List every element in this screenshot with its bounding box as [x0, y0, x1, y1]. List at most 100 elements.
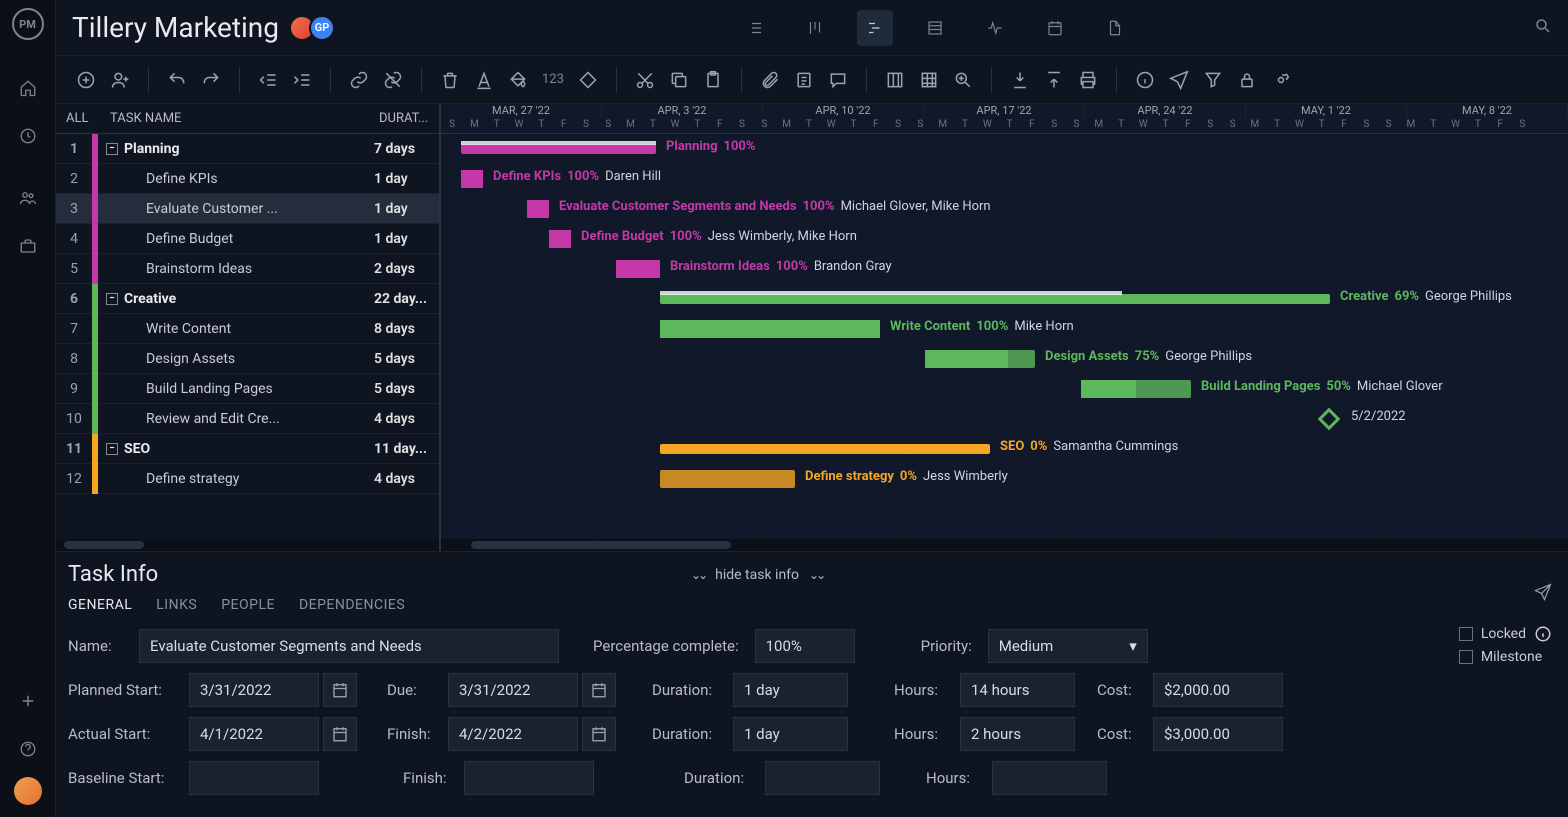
help-icon[interactable] — [8, 729, 48, 769]
finish-input[interactable]: 4/2/2022 — [448, 717, 578, 751]
priority-select[interactable]: Medium▾ — [988, 629, 1148, 663]
list-view-icon[interactable] — [737, 10, 773, 46]
tab-general[interactable]: GENERAL — [68, 597, 132, 613]
actual-start-input[interactable]: 4/1/2022 — [189, 717, 319, 751]
project-members[interactable]: GP — [295, 15, 335, 41]
column-duration[interactable]: DURAT... — [379, 111, 439, 126]
pct-input[interactable]: 100% — [755, 629, 855, 663]
copy-icon[interactable] — [665, 66, 693, 94]
task-row[interactable]: 4 Define Budget 1 day — [56, 224, 439, 254]
task-row[interactable]: 5 Brainstorm Ideas 2 days — [56, 254, 439, 284]
baseline-finish-input[interactable] — [464, 761, 594, 795]
tab-dependencies[interactable]: DEPENDENCIES — [299, 597, 405, 613]
grid-icon[interactable] — [915, 66, 943, 94]
task-row[interactable]: 7 Write Content 8 days — [56, 314, 439, 344]
grid-horizontal-scrollbar[interactable] — [56, 539, 439, 551]
gantt-bar[interactable] — [1081, 380, 1191, 398]
calendar-icon[interactable] — [323, 673, 357, 707]
unlink-icon[interactable] — [379, 66, 407, 94]
column-all[interactable]: ALL — [56, 111, 102, 126]
user-avatar[interactable] — [14, 777, 42, 805]
outdent-icon[interactable] — [254, 66, 282, 94]
info-icon[interactable] — [1534, 625, 1552, 643]
tab-people[interactable]: PEOPLE — [221, 597, 275, 613]
gantt-view-icon[interactable] — [857, 10, 893, 46]
collapse-icon[interactable]: − — [106, 293, 118, 305]
search-icon[interactable] — [1534, 17, 1552, 39]
cost-input[interactable]: $2,000.00 — [1153, 673, 1283, 707]
gantt-bar[interactable] — [527, 200, 549, 218]
hide-task-info-button[interactable]: ⌄⌄ hide task info ⌄⌄ — [691, 567, 823, 583]
import-icon[interactable] — [1006, 66, 1034, 94]
activity-view-icon[interactable] — [977, 10, 1013, 46]
task-name-input[interactable]: Evaluate Customer Segments and Needs — [139, 629, 559, 663]
avatar[interactable]: GP — [309, 15, 335, 41]
task-row[interactable]: 6 − Creative 22 day... — [56, 284, 439, 314]
baseline-hours-input[interactable] — [992, 761, 1107, 795]
app-logo[interactable]: PM — [12, 8, 44, 40]
add-person-icon[interactable] — [106, 66, 134, 94]
export-icon[interactable] — [1040, 66, 1068, 94]
task-row[interactable]: 11 − SEO 11 day... — [56, 434, 439, 464]
indent-icon[interactable] — [288, 66, 316, 94]
print-icon[interactable] — [1074, 66, 1102, 94]
task-row[interactable]: 1 − Planning 7 days — [56, 134, 439, 164]
cut-icon[interactable] — [631, 66, 659, 94]
task-row[interactable]: 8 Design Assets 5 days — [56, 344, 439, 374]
home-icon[interactable] — [8, 68, 48, 108]
gantt-summary-bar[interactable] — [660, 294, 1330, 304]
undo-icon[interactable] — [163, 66, 191, 94]
calendar-icon[interactable] — [323, 717, 357, 751]
diamond-icon[interactable] — [574, 66, 602, 94]
collapse-icon[interactable]: − — [106, 443, 118, 455]
gantt-bar[interactable] — [925, 350, 1035, 368]
gantt-bar[interactable] — [660, 320, 880, 338]
calendar-icon[interactable] — [582, 673, 616, 707]
milestone-checkbox[interactable]: Milestone — [1459, 649, 1552, 665]
tab-links[interactable]: LINKS — [156, 597, 197, 613]
filter-icon[interactable] — [1199, 66, 1227, 94]
hours-input[interactable]: 2 hours — [960, 717, 1075, 751]
text-format-icon[interactable] — [470, 66, 498, 94]
task-row[interactable]: 9 Build Landing Pages 5 days — [56, 374, 439, 404]
hours-input[interactable]: 14 hours — [960, 673, 1075, 707]
fill-color-icon[interactable] — [504, 66, 532, 94]
gantt-bar[interactable] — [549, 230, 571, 248]
lock-icon[interactable] — [1233, 66, 1261, 94]
paste-icon[interactable] — [699, 66, 727, 94]
file-view-icon[interactable] — [1097, 10, 1133, 46]
delete-icon[interactable] — [436, 66, 464, 94]
add-task-icon[interactable] — [72, 66, 100, 94]
gantt-summary-bar[interactable] — [461, 144, 656, 154]
columns-icon[interactable] — [881, 66, 909, 94]
timeline-horizontal-scrollbar[interactable] — [441, 539, 1568, 551]
task-row[interactable]: 3 Evaluate Customer ... 1 day — [56, 194, 439, 224]
collapse-icon[interactable]: − — [106, 143, 118, 155]
send-icon[interactable] — [1165, 66, 1193, 94]
note-icon[interactable] — [790, 66, 818, 94]
send-plane-icon[interactable] — [1534, 583, 1552, 605]
baseline-start-input[interactable] — [189, 761, 319, 795]
attach-icon[interactable] — [756, 66, 784, 94]
gantt-bar[interactable] — [660, 470, 795, 488]
task-row[interactable]: 2 Define KPIs 1 day — [56, 164, 439, 194]
briefcase-icon[interactable] — [8, 226, 48, 266]
clock-icon[interactable] — [8, 116, 48, 156]
cost-input[interactable]: $3,000.00 — [1153, 717, 1283, 751]
info-icon[interactable] — [1131, 66, 1159, 94]
column-task-name[interactable]: TASK NAME — [102, 111, 379, 126]
task-row[interactable]: 12 Define strategy 4 days — [56, 464, 439, 494]
duration-input[interactable]: 1 day — [733, 717, 848, 751]
duration-input[interactable]: 1 day — [733, 673, 848, 707]
milestone-marker[interactable] — [1318, 408, 1341, 431]
due-input[interactable]: 3/31/2022 — [448, 673, 578, 707]
baseline-duration-input[interactable] — [765, 761, 880, 795]
link-icon[interactable] — [345, 66, 373, 94]
calendar-view-icon[interactable] — [1037, 10, 1073, 46]
sheet-view-icon[interactable] — [917, 10, 953, 46]
settings-icon[interactable] — [1267, 66, 1295, 94]
add-icon[interactable] — [8, 681, 48, 721]
redo-icon[interactable] — [197, 66, 225, 94]
gantt-bar[interactable] — [616, 260, 660, 278]
calendar-icon[interactable] — [582, 717, 616, 751]
